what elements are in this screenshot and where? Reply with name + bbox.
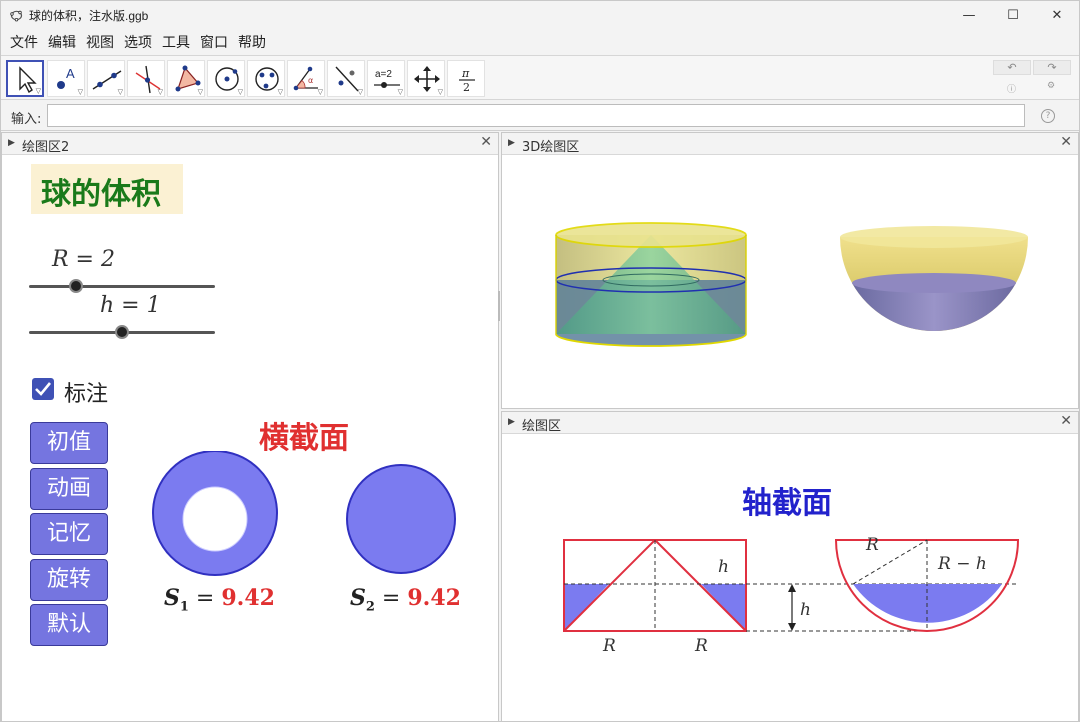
graphics2-panel: ▶ 绘图区2 ✕ 球的体积 R = 2 h = 1 标注 初值 动画 记忆 旋转… [1,132,499,722]
maximize-icon[interactable]: ☐ [991,1,1035,29]
line-tool-icon[interactable]: ▽ [87,60,125,97]
panel-splitter[interactable] [498,291,500,321]
graphics2-header: ▶ 绘图区2 ✕ [2,133,498,155]
menu-edit[interactable]: 编辑 [43,32,81,52]
collapse-arrow-icon[interactable]: ▶ [508,138,515,148]
graphics2-title: 绘图区2 [22,140,70,155]
help-small-icon[interactable]: ⓘ [1007,82,1016,95]
view-3d-canvas[interactable] [502,155,1079,409]
cross-section-shapes [152,451,456,576]
geogebra-logo-icon [9,8,23,22]
animate-button[interactable]: 动画 [30,468,108,510]
cylinder-top [555,222,747,248]
close-panel-icon[interactable]: ✕ [1060,413,1072,429]
s2-value: 9.42 [407,585,461,611]
input-field[interactable] [47,104,1025,127]
slider-r-label: R = 2 [52,247,115,272]
menu-help[interactable]: 帮助 [233,32,271,52]
s2-symbol: S [350,585,366,611]
slider-tool-icon[interactable]: a=2 ▽ [367,60,405,97]
circle-center-tool-icon[interactable]: ▽ [207,60,245,97]
label-r-hemi: R [866,535,879,555]
s1-equals: = [188,586,222,611]
menu-window[interactable]: 窗口 [195,32,233,52]
svg-text:π: π [461,67,470,80]
reflect-tool-icon[interactable]: ▽ [327,60,365,97]
title-bar: 球的体积，注水版.ggb — ☐ ✕ [1,1,1079,29]
hemisphere-rim [840,226,1028,248]
close-panel-icon[interactable]: ✕ [480,134,492,150]
settings-icon[interactable]: ⚙ [1047,81,1055,91]
angle-tool-icon[interactable]: α ▽ [287,60,325,97]
window-controls: — ☐ ✕ [947,1,1079,29]
input-bar: 输入: ? [1,101,1079,131]
rotate-button[interactable]: 旋转 [30,559,108,601]
input-label: 输入: [11,112,42,127]
perpendicular-tool-icon[interactable]: ▽ [127,60,165,97]
graphics1-title: 绘图区 [522,419,562,434]
label-r-minus-h: R − h [938,554,987,574]
graphics3d-panel: ▶ 3D绘图区 ✕ [501,132,1079,409]
conic-tool-icon[interactable]: ▽ [247,60,285,97]
svg-text:A: A [66,66,75,81]
s1-readout: S1 = 9.42 [164,585,275,614]
redo-icon[interactable]: ↷ [1033,60,1071,75]
slider-r-knob[interactable] [69,279,83,293]
collapse-arrow-icon[interactable]: ▶ [508,417,515,427]
s2-subscript: 2 [365,599,375,615]
s1-symbol: S [164,585,180,611]
checkbox-label: 标注 [64,382,109,407]
radius-dashed [852,539,928,585]
move-view-tool-icon[interactable]: ▽ [407,60,445,97]
reset-button[interactable]: 初值 [30,422,108,464]
graphics1-panel: ▶ 绘图区 ✕ 轴截面 h h R R R R − h [501,411,1079,722]
move-tool-icon[interactable]: ▽ [6,60,44,97]
main-title: 球的体积 [41,177,161,212]
point-tool-icon[interactable]: A ▽ [47,60,85,97]
slider-h-knob[interactable] [115,325,129,339]
close-panel-icon[interactable]: ✕ [1060,134,1072,150]
svg-text:α: α [308,76,313,85]
slider-r-track[interactable] [29,285,215,288]
menu-options[interactable]: 选项 [119,32,157,52]
graphics1-header: ▶ 绘图区 ✕ [502,412,1078,434]
label-r-right: R [695,636,708,656]
default-button[interactable]: 默认 [30,604,108,646]
window-title: 球的体积，注水版.ggb [29,8,149,23]
label-h-top: h [718,557,729,577]
s1-subscript: 1 [179,599,189,615]
svg-text:a=2: a=2 [375,69,392,80]
axial-section-canvas[interactable] [502,434,1079,722]
minimize-icon[interactable]: — [947,1,991,29]
slider-h-label: h = 1 [100,293,161,318]
pi-tool-icon[interactable]: π2 [447,60,485,97]
menu-view[interactable]: 视图 [81,32,119,52]
annulus-hole [182,486,248,552]
label-r-left: R [603,636,616,656]
input-help-icon[interactable]: ? [1041,109,1055,123]
disk-section [346,464,456,574]
svg-text:2: 2 [463,81,470,94]
menu-file[interactable]: 文件 [5,32,43,52]
s1-value: 9.42 [221,585,275,611]
label-checkbox[interactable] [32,378,54,400]
close-window-icon[interactable]: ✕ [1035,1,1079,29]
polygon-tool-icon[interactable]: ▽ [167,60,205,97]
app-window: 球的体积，注水版.ggb — ☐ ✕ 文件 编辑 视图 选项 工具 窗口 帮助 … [0,0,1080,722]
menu-tools[interactable]: 工具 [157,32,195,52]
s2-readout: S2 = 9.42 [350,585,461,614]
graphics3d-header: ▶ 3D绘图区 ✕ [502,133,1078,155]
menu-bar: 文件 编辑 视图 选项 工具 窗口 帮助 [1,29,1079,54]
memory-button[interactable]: 记忆 [30,513,108,555]
collapse-arrow-icon[interactable]: ▶ [8,138,15,148]
s2-equals: = [374,586,408,611]
undo-icon[interactable]: ↶ [993,60,1031,75]
label-h-mid: h [800,600,811,620]
graphics3d-title: 3D绘图区 [522,140,580,155]
hemisphere-water-surface [852,273,1016,293]
toolbar: ▽ A ▽ ▽ ▽ ▽ ▽ ▽ α ▽ ▽ a=2 ▽ ▽ π 2 ↶ ↷ ⓘ … [1,55,1079,100]
undo-redo-area: ↶ ↷ ⓘ ⚙ [993,60,1073,98]
